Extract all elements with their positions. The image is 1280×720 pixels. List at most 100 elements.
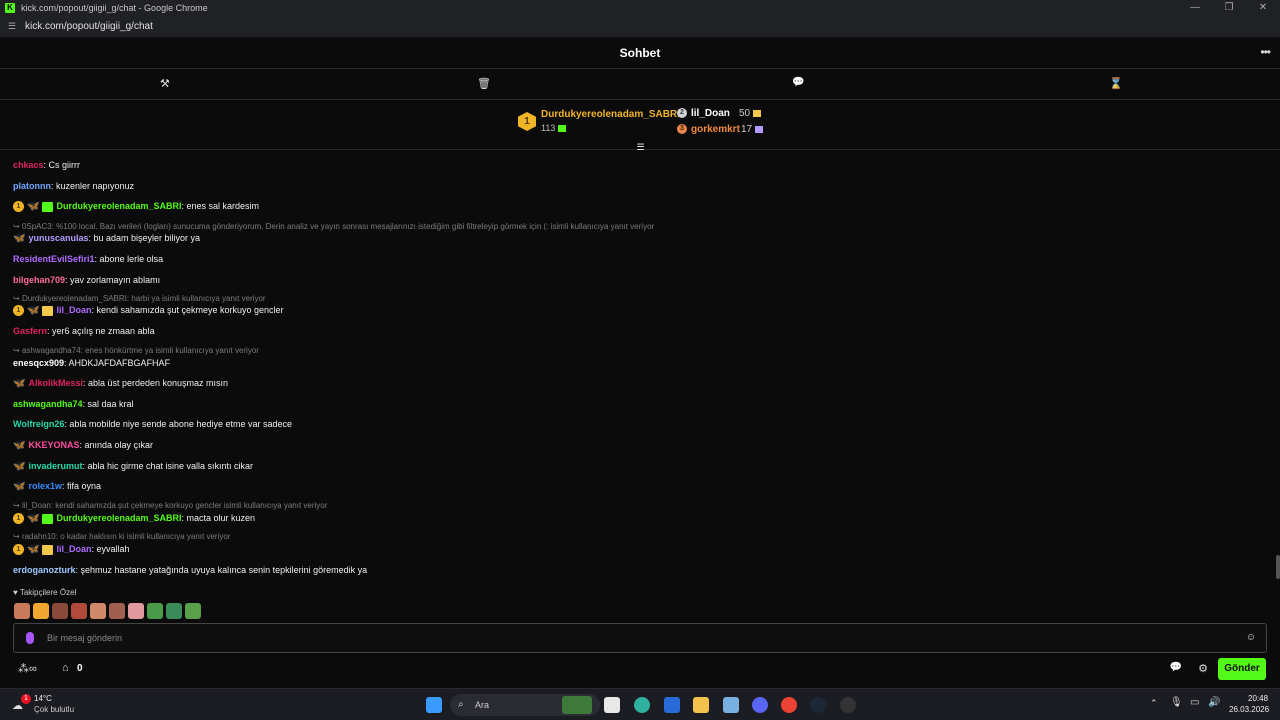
emote-icon[interactable] [128,603,144,619]
chat-text: : abone lerle olsa [94,254,164,264]
emote-section-label: ♥ Takipçilere Özel [13,588,77,597]
chat-username[interactable]: yunuscanulas [28,233,88,243]
chat-username[interactable]: bilgehan709 [13,275,65,285]
chat-message: Gasfern: yer6 açılış ne zmaan abla [13,326,155,336]
edge-icon[interactable] [634,697,650,713]
chat-text: : kendi sahamızda şut çekmeye korkuyo ge… [91,305,284,315]
microphone-icon[interactable] [26,632,34,644]
channel-points-icon[interactable]: ⁂∞ [18,662,37,675]
leader-2-name[interactable]: lil_Doan [691,108,730,119]
emoji-picker-icon[interactable]: ☺ [1246,632,1256,643]
emote-icon[interactable] [109,603,125,619]
chat-username[interactable]: platonnn [13,181,51,191]
leader-1-name[interactable]: Durdukyereolenadam_SABRI [541,109,680,120]
emote-icon[interactable] [147,603,163,619]
butterfly-badge-icon: 🦋 [27,544,40,556]
chat-message: 1 🦋 Durdukyereolenadam_SABRI: enes sal kar… [13,201,259,213]
volume-icon[interactable]: 🔊 [1208,697,1220,708]
weather-widget-icon[interactable]: ☁ 1 [12,694,31,713]
steam-icon[interactable] [810,697,826,713]
emote-icon[interactable] [52,603,68,619]
emote-icon[interactable] [33,603,49,619]
reply-text: ashwagandha74: enes hönkürtme ya isimli … [21,346,259,355]
message-input-box[interactable]: ☺ [13,623,1267,653]
leader-2-count-row: 50 [739,108,762,119]
chat-username[interactable]: Durdukyereolenadam_SABRI [56,201,181,211]
chat-username[interactable]: Wolfreign26 [13,419,64,429]
network-icon[interactable]: ▭ [1190,697,1199,708]
chat-username[interactable]: ashwagandha74 [13,399,83,409]
chat-message: ResidentEvilSefiri1: abone lerle olsa [13,254,163,264]
emote-icon[interactable] [71,603,87,619]
chat-username[interactable]: ResidentEvilSefiri1 [13,254,95,264]
discord-icon[interactable] [752,697,768,713]
chat-username[interactable]: rolex1w [28,481,62,491]
hammer-icon[interactable]: ⚒ [160,77,170,90]
leader-3-count: 17 [741,124,753,135]
chat-username[interactable]: Gasfern [13,326,47,336]
rank-badge-icon: 1 [13,201,24,213]
chat-text: : eyvallah [91,544,130,554]
app-icon[interactable] [840,697,856,713]
address-bar[interactable]: ☰ kick.com/popout/giigii_g/chat [0,16,1280,38]
chat-bubble-icon[interactable]: 💬 [792,77,804,88]
chat-username[interactable]: erdoganozturk [13,565,76,575]
chat-message: bilgehan709: yav zorlamayın ablamı [13,275,160,285]
chat-message: 🦋 AlkolikMessi: abla üst perdeden konuşma… [13,378,228,389]
settings-app-icon[interactable] [723,697,739,713]
taskbar-search[interactable]: ⌕ Ara [450,694,600,716]
task-view-icon[interactable] [604,697,620,713]
chat-username[interactable]: chkacs [13,160,44,170]
mod-toolbar: ⚒ 🗑 💬 ⌛ [0,69,1280,100]
url-text[interactable]: kick.com/popout/giigii_g/chat [25,21,153,32]
chat-text: : yer6 açılış ne zmaan abla [47,326,155,336]
trash-icon[interactable]: 🗑 [477,77,491,90]
rank-3-icon: 3 [677,124,687,134]
chat-message: 1 🦋 lil_Doan: eyvallah [13,544,130,556]
emote-icon[interactable] [166,603,182,619]
chat-username[interactable]: Durdukyereolenadam_SABRI [56,513,181,523]
site-settings-icon[interactable]: ☰ [8,21,18,32]
message-input[interactable] [47,629,1227,647]
emote-icon[interactable] [90,603,106,619]
chat-scrollbar[interactable] [1276,555,1280,579]
chat-username[interactable]: lil_Doan [56,305,91,315]
clock-date[interactable]: 26.03.2026 [1229,705,1269,714]
chat-username[interactable]: invaderumut [28,461,82,471]
chat-message: 🦋 invaderumut: abla hic girme chat isine … [13,461,253,472]
chat-username[interactable]: enesqcx909 [13,358,64,368]
minimize-icon[interactable]: — [1178,0,1212,16]
clock-time[interactable]: 20:48 [1248,694,1268,703]
close-icon[interactable]: ✕ [1246,0,1280,16]
chat-message: erdoganozturk: şehmuz hastane yatağında … [13,565,367,575]
chevron-up-icon[interactable]: ⌃ [1150,698,1158,709]
chat-settings-bubble-icon[interactable]: 💬 [1170,662,1182,673]
emote-icon[interactable] [185,603,201,619]
mic-tray-icon[interactable]: 🎙 [1170,697,1183,708]
more-options-icon[interactable]: ••• [1260,45,1271,59]
chrome-icon[interactable] [781,697,797,713]
chat-username[interactable]: KKEYONAS [28,440,79,450]
butterfly-badge-icon: 🦋 [13,233,26,245]
chat-message: platonnn: kuzenler napıyonuz [13,181,134,191]
chat-message: enesqcx909: AHDKJAFDAFBGAFHAF [13,358,170,368]
window-title: kick.com/popout/giigii_g/chat - Google C… [21,3,208,13]
windows-start-icon[interactable] [426,697,442,713]
store-icon[interactable]: ⌂ [62,662,69,674]
store-app-icon[interactable] [664,697,680,713]
hourglass-icon[interactable]: ⌛ [1109,77,1123,90]
chat-username[interactable]: AlkolikMessi [28,378,83,388]
rank-1-badge: 1 [518,112,536,131]
gear-icon[interactable]: ⚙ [1198,662,1208,675]
emote-icon[interactable] [14,603,30,619]
chat-message: 🦋 rolex1w: fifa oyna [13,481,101,492]
file-explorer-icon[interactable] [693,697,709,713]
chat-text: : AHDKJAFDAFBGAFHAF [64,358,171,368]
kick-logo-icon: K [5,3,15,13]
chat-username[interactable]: lil_Doan [56,544,91,554]
leader-3-name[interactable]: gorkemkrt [691,124,740,135]
send-button[interactable]: Gönder [1218,658,1266,680]
chat-text: : yav zorlamayın ablamı [65,275,161,285]
chat-text: : bu adam bişeyler biliyor ya [88,233,201,243]
restore-icon[interactable]: ❐ [1212,0,1246,16]
